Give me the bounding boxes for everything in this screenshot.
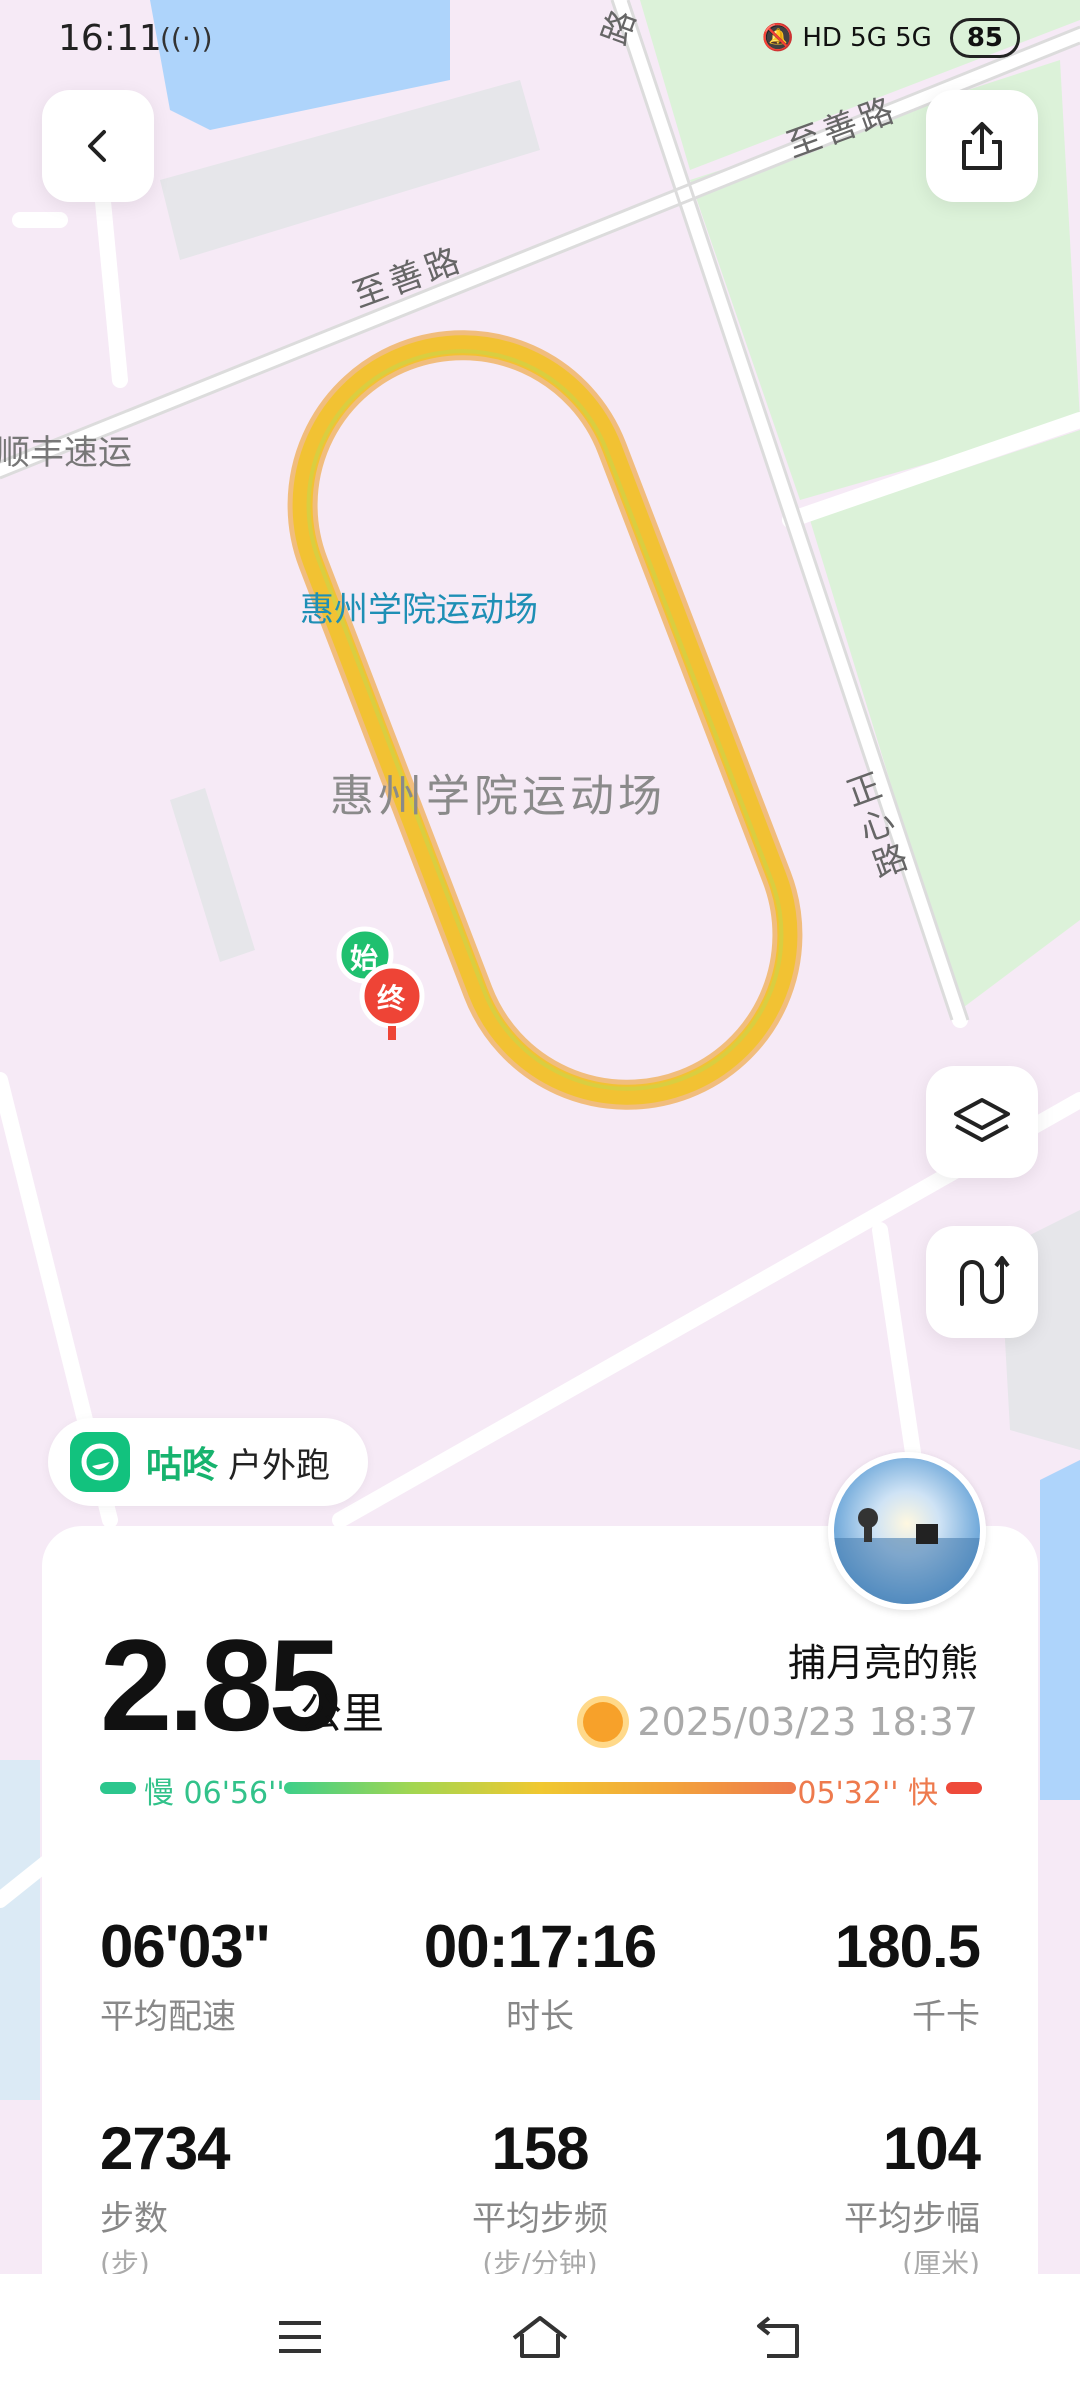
chevron-left-icon [88,130,106,162]
start-marker-label: 始 [350,942,379,975]
stat-calories: 180.5 千卡 [680,1912,981,2038]
stat-label: 平均配速 [100,1997,236,2037]
end-marker-label: 终 [377,982,406,1015]
map-layers-button[interactable] [926,1066,1038,1178]
menu-icon [279,2321,321,2353]
stat-label: 平均步频 [472,2199,608,2239]
datetime-text: 2025/03/23 18:37 [637,1700,978,1744]
track-poi-label: 惠州学院运动场 [300,590,538,630]
stat-label: 平均步幅 [844,2199,980,2239]
stat-steps: 2734 步数 (步) [100,2114,400,2282]
codoon-logo-icon [70,1432,130,1492]
stat-value: 158 [491,2115,589,2182]
pace-range-bar: 慢 06'56'' 05'32'' 快 [100,1768,982,1811]
stadium-label: 惠州学院运动场 [330,771,666,822]
fast-indicator [946,1782,982,1794]
menu-nav-button[interactable] [260,2304,340,2370]
track-replay-button[interactable] [926,1226,1038,1338]
layers-icon [954,1098,1010,1142]
username[interactable]: 捕月亮的熊 [788,1632,978,1687]
share-icon [962,122,1002,170]
stat-value: 00:17:16 [423,1913,657,1980]
stat-value: 104 [882,2115,981,2182]
stat-label: 时长 [506,1997,574,2037]
battery-indicator: 85 [949,18,1020,58]
app-brand-badge: 咕咚 户外跑 [48,1418,368,1506]
distance-unit: 公里 [300,1689,385,1738]
back-button[interactable] [42,90,154,202]
stat-cadence: 158 平均步频 (步/分钟) [390,2114,690,2282]
share-button[interactable] [926,90,1038,202]
stat-avg-pace: 06'03'' 平均配速 [100,1912,400,2038]
stat-label: 步数 [100,2199,168,2239]
fast-pace-label: 05'32'' 快 [797,1776,938,1811]
water-area [0,1760,40,2100]
stat-stride: 104 平均步幅 (厘米) [680,2114,981,2282]
user-avatar[interactable] [828,1452,986,1610]
status-time: 16:11 [58,18,162,59]
stat-value: 2734 [100,2115,230,2182]
route-icon [960,1256,1010,1306]
back-nav-button[interactable] [740,2304,820,2370]
stat-value: 180.5 [834,1913,981,1980]
poi-label: 顺丰速运 [0,433,132,473]
slow-pace-label: 慢 06'56'' [144,1776,285,1811]
slow-indicator [100,1782,136,1794]
home-nav-button[interactable] [500,2304,580,2370]
brand-name: 咕咚 [146,1445,219,1486]
stat-duration: 00:17:16 时长 [390,1912,690,2038]
status-bar: 16:11 ((·)) 🔕 HD 5G 5G 85 [0,0,1080,80]
system-nav-bar [0,2274,1080,2400]
pace-gradient [284,1782,796,1794]
stat-label: 千卡 [912,1997,980,2037]
sun-weather-icon [583,1702,624,1742]
water-area [1040,1460,1080,1800]
home-icon [512,2316,568,2358]
hotspot-icon: ((·)) [160,22,213,55]
activity-type: 户外跑 [228,1445,331,1486]
status-icons: 🔕 HD 5G 5G [761,23,932,53]
workout-datetime: 2025/03/23 18:37 [583,1700,978,1744]
stat-value: 06'03'' [100,1913,270,1980]
back-arrow-icon [757,2316,799,2358]
